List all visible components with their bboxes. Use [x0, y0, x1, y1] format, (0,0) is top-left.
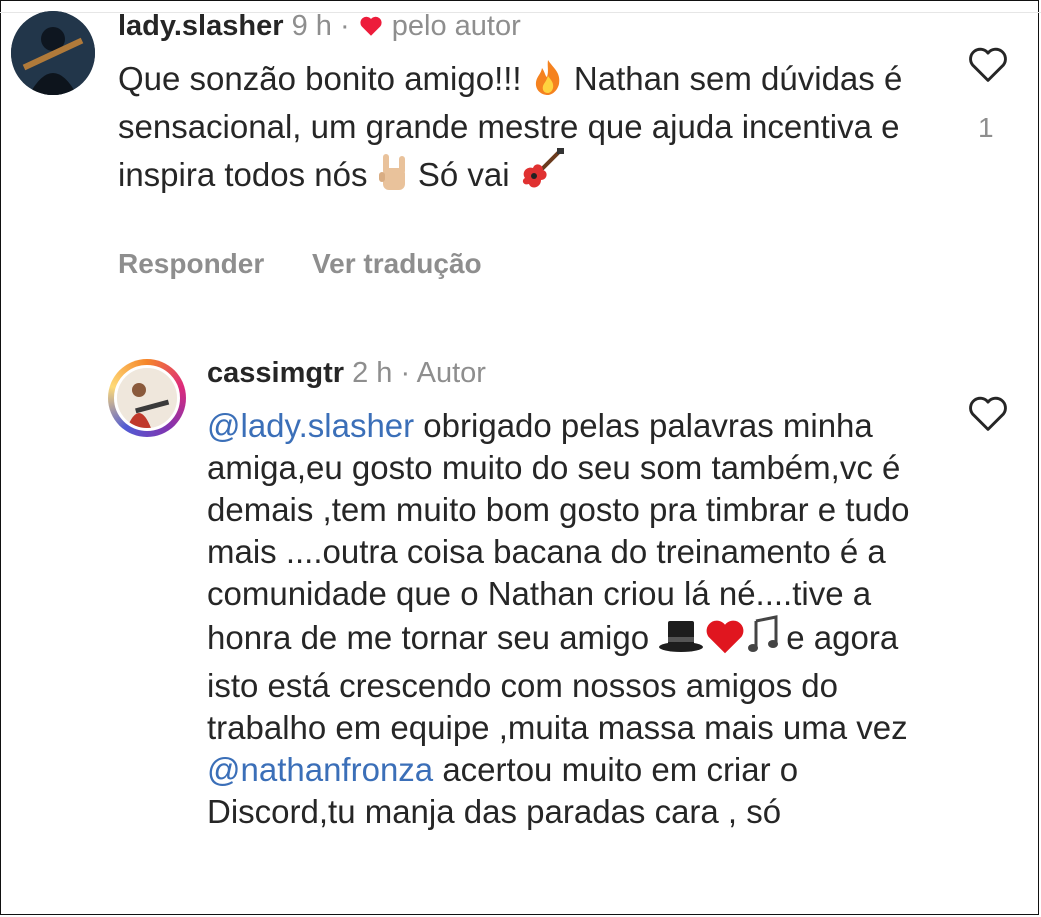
red-heart-icon	[704, 617, 746, 665]
rock-hand-icon	[377, 152, 409, 202]
username[interactable]: lady.slasher	[118, 10, 284, 42]
like-count[interactable]: 1	[978, 112, 994, 144]
timestamp: 9 h	[291, 10, 332, 42]
see-translation-button[interactable]: Ver tradução	[312, 248, 482, 279]
like-heart-icon[interactable]	[966, 44, 1010, 84]
fire-icon	[531, 58, 565, 106]
avatar[interactable]	[11, 11, 95, 95]
timestamp: 2 h	[352, 357, 393, 389]
comment-text: Que sonzão bonito amigo!!! Nathan sem dú…	[118, 58, 908, 202]
like-heart-icon[interactable]	[966, 393, 1010, 433]
separator: ·	[400, 357, 411, 389]
mention-link[interactable]: @nathanfronza	[207, 751, 433, 788]
separator: ·	[339, 10, 350, 42]
top-hat-icon	[658, 619, 704, 665]
guitar-icon	[519, 148, 565, 202]
author-label: Autor	[416, 357, 486, 389]
comment-text: @lady.slasher obrigado pelas palavras mi…	[207, 405, 927, 833]
mention-link[interactable]: @lady.slasher	[207, 407, 414, 444]
comment-text-part: Que sonzão bonito amigo!!!	[118, 60, 531, 97]
comment-meta: cassimgtr 2 h · Autor	[207, 357, 486, 390]
music-notes-icon	[746, 615, 786, 665]
comment-text-part: Só vai	[408, 156, 519, 193]
comment-meta: lady.slasher 9 h · pelo autor	[118, 10, 521, 43]
username[interactable]: cassimgtr	[207, 357, 344, 389]
comment-actions: Responder Ver tradução	[118, 248, 522, 280]
author-liked-heart-icon	[360, 16, 382, 36]
avatar[interactable]	[114, 365, 180, 431]
reply-button[interactable]: Responder	[118, 248, 264, 279]
liked-by-author-label: pelo autor	[391, 10, 521, 42]
